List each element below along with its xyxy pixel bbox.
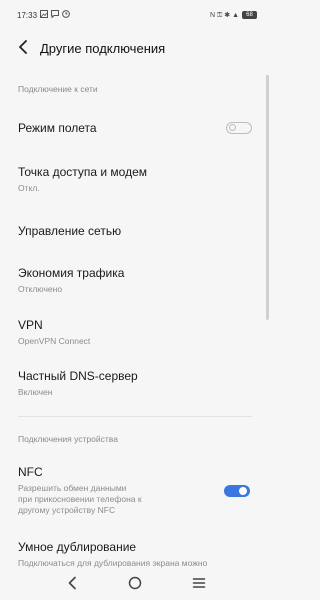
smart-mirroring-label: Умное дублирование <box>18 540 137 554</box>
back-arrow-icon <box>18 39 28 59</box>
battery-icon: 68 <box>242 11 257 19</box>
private-dns-label: Частный DNS-сервер <box>18 369 138 383</box>
header: Другие подключения <box>0 36 271 62</box>
traffic-saving-status: Отключено <box>18 284 63 294</box>
status-time: 17:33 <box>17 10 38 20</box>
battery-level: 68 <box>242 11 257 19</box>
status-left: 17:33 <box>17 10 70 20</box>
section-title-network: Подключение к сети <box>18 84 98 94</box>
nfc-description-line: другому устройству NFC <box>18 505 116 515</box>
list-item-network-management[interactable]: Управление сетью <box>0 216 262 246</box>
list-item-vpn[interactable]: VPN OpenVPN Connect <box>0 310 262 350</box>
hotspot-label: Точка доступа и модем <box>18 165 148 179</box>
nav-back-button[interactable] <box>60 573 84 597</box>
image-icon <box>40 10 49 20</box>
airplane-mode-toggle[interactable] <box>226 122 252 134</box>
private-dns-status: Включен <box>18 387 53 397</box>
nav-home-button[interactable] <box>123 573 147 597</box>
hotspot-status: Откл. <box>18 183 40 193</box>
list-item-private-dns[interactable]: Частный DNS-сервер Включен <box>0 361 262 401</box>
back-button[interactable] <box>14 39 32 59</box>
status-indicators: N ⚿ ✱ ▲ <box>209 11 239 19</box>
nfc-description-line: при прикосновении телефона к <box>18 494 142 504</box>
status-right: N ⚿ ✱ ▲ 68 <box>210 11 257 20</box>
smart-mirroring-description: Подключаться для дублирования экрана мож… <box>18 558 208 568</box>
airplane-mode-label: Режим полета <box>18 121 97 135</box>
section-title-device: Подключения устройства <box>18 434 118 444</box>
nfc-label: NFC <box>18 465 43 479</box>
list-item-traffic-saving[interactable]: Экономия трафика Отключено <box>0 258 262 298</box>
section-divider <box>18 416 252 417</box>
list-item-smart-mirroring[interactable]: Умное дублирование Подключаться для дубл… <box>0 532 262 568</box>
network-management-label: Управление сетью <box>18 224 122 238</box>
back-triangle-icon <box>67 576 77 595</box>
nfc-description-line: Разрешить обмен данными <box>18 483 127 493</box>
nav-menu-button[interactable] <box>187 573 211 597</box>
clock-icon <box>62 10 70 20</box>
vpn-label: VPN <box>18 318 43 332</box>
message-icon <box>51 10 60 20</box>
page-title: Другие подключения <box>40 41 166 56</box>
list-item-hotspot[interactable]: Точка доступа и модем Откл. <box>0 158 262 198</box>
nfc-description: Разрешить обмен данными при прикосновени… <box>18 483 142 516</box>
list-item-airplane-mode[interactable]: Режим полета <box>0 112 262 146</box>
status-bar: 17:33 N ⚿ ✱ ▲ 68 <box>0 0 271 30</box>
home-circle-icon <box>128 576 142 595</box>
menu-lines-icon <box>192 576 206 594</box>
vpn-status: OpenVPN Connect <box>18 336 91 346</box>
list-item-nfc[interactable]: NFC Разрешить обмен данными при прикосно… <box>0 458 262 520</box>
nav-bar <box>0 570 271 600</box>
scrollbar[interactable] <box>266 75 269 320</box>
nfc-toggle[interactable] <box>224 485 250 497</box>
traffic-saving-label: Экономия трафика <box>18 266 125 280</box>
toggle-knob <box>237 485 249 497</box>
toggle-knob <box>228 124 236 131</box>
